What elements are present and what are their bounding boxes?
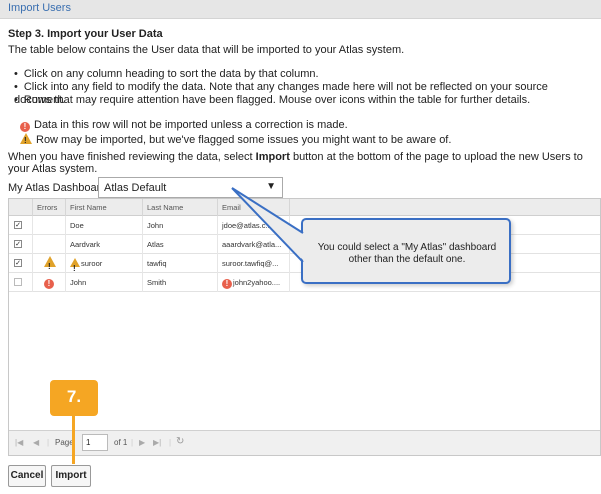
row-errors-cell (33, 235, 66, 254)
column-header-email[interactable]: Email (218, 199, 290, 216)
dashboard-select-value: Atlas Default (104, 182, 167, 194)
finish-text-prefix: When you have finished reviewing the dat… (8, 151, 256, 163)
pager-separator: | (131, 438, 134, 447)
row-errors-cell: ! (33, 273, 66, 292)
step-badge: 7. (50, 380, 98, 416)
last-name-cell[interactable]: Atlas (143, 235, 218, 254)
column-header-first-name[interactable]: First Name (66, 199, 143, 216)
last-name-cell[interactable]: John (143, 216, 218, 235)
column-header-errors[interactable]: Errors (33, 199, 66, 216)
row-select-cell: ✓ (9, 216, 33, 235)
row-select-cell: ✓ (9, 254, 33, 273)
callout-text: You could select a "My Atlas" dashboard … (317, 242, 497, 265)
tooltip-callout: You could select a "My Atlas" dashboard … (301, 218, 511, 284)
step-badge-pointer (72, 416, 75, 464)
first-name-cell[interactable]: Aardvark (66, 235, 143, 254)
cancel-button[interactable]: Cancel (8, 465, 46, 487)
prev-page-icon[interactable]: ◀ (33, 438, 39, 447)
window-title: Import Users (8, 2, 71, 14)
page-count-label: of 1 (114, 438, 128, 447)
email-cell[interactable]: suroor.tawfiq@... (218, 254, 290, 273)
chevron-down-icon[interactable]: ▼ (266, 181, 276, 192)
last-name-cell[interactable]: Smith (143, 273, 218, 292)
warning-icon (20, 133, 32, 147)
next-page-icon[interactable]: ▶ (139, 438, 145, 447)
last-page-icon[interactable]: ▶| (153, 438, 161, 447)
window-title-bar: Import Users (0, 0, 601, 19)
first-page-icon[interactable]: |◀ (15, 438, 23, 447)
row-select-cell: ✓ (9, 235, 33, 254)
error-icon[interactable]: ! (44, 279, 54, 289)
legend-warning-row: Row may be imported, but we've flagged s… (20, 133, 452, 147)
first-name-cell[interactable]: Doe (66, 216, 143, 235)
row-checkbox[interactable] (14, 278, 22, 286)
row-checkbox[interactable]: ✓ (14, 221, 22, 229)
row-checkbox[interactable]: ✓ (14, 240, 22, 248)
email-cell[interactable]: jdoe@atlas.c... (218, 216, 290, 235)
column-header-last-name[interactable]: Last Name (143, 199, 218, 216)
dashboard-label: My Atlas Dashboard (8, 182, 107, 194)
import-button[interactable]: Import (51, 465, 91, 487)
error-icon: ! (20, 122, 30, 132)
row-select-cell (9, 273, 33, 292)
finish-text-bold: Import (255, 151, 290, 163)
warning-icon[interactable] (44, 256, 56, 273)
first-name-value: suroor (81, 259, 103, 268)
intro-text: The table below contains the User data t… (8, 44, 405, 56)
row-errors-cell (33, 254, 66, 273)
dashboard-select[interactable]: Atlas Default ▼ (98, 177, 283, 198)
grid-pager: |◀ ◀ | Page 1 of 1 | ▶ ▶| | ↻ (9, 430, 600, 455)
finish-instruction: When you have finished reviewing the dat… (8, 151, 601, 175)
email-cell[interactable]: aaardvark@atla... (218, 235, 290, 254)
page-label: Page (55, 438, 74, 447)
grid-header: Errors First Name Last Name Email (9, 199, 600, 216)
row-errors-cell (33, 216, 66, 235)
row-checkbox[interactable]: ✓ (14, 259, 22, 267)
column-header-select[interactable] (9, 199, 33, 216)
email-cell[interactable]: ! john2yahoo.... (218, 273, 290, 292)
step-heading: Step 3. Import your User Data (8, 28, 163, 40)
warning-icon[interactable] (70, 258, 80, 273)
legend-error-row: ! Data in this row will not be imported u… (20, 119, 348, 132)
last-name-cell[interactable]: tawfiq (143, 254, 218, 273)
first-name-cell[interactable]: John (66, 273, 143, 292)
pager-separator: | (169, 438, 172, 447)
refresh-icon[interactable]: ↻ (176, 436, 184, 447)
email-value: john2yahoo.... (233, 278, 281, 287)
legend-error-text: Data in this row will not be imported un… (34, 119, 348, 131)
step-badge-label: 7. (66, 387, 82, 406)
legend-warning-text: Row may be imported, but we've flagged s… (36, 134, 452, 146)
instruction-item: Rows that may require attention have bee… (14, 94, 601, 107)
error-icon[interactable]: ! (222, 279, 232, 289)
instruction-list: Click on any column heading to sort the … (14, 68, 601, 107)
pager-separator: | (47, 438, 50, 447)
instruction-item: Click into any field to modify the data.… (14, 81, 601, 106)
instruction-item: Click on any column heading to sort the … (14, 68, 601, 81)
page-number-input[interactable]: 1 (82, 434, 108, 451)
first-name-cell[interactable]: suroor (66, 254, 143, 273)
